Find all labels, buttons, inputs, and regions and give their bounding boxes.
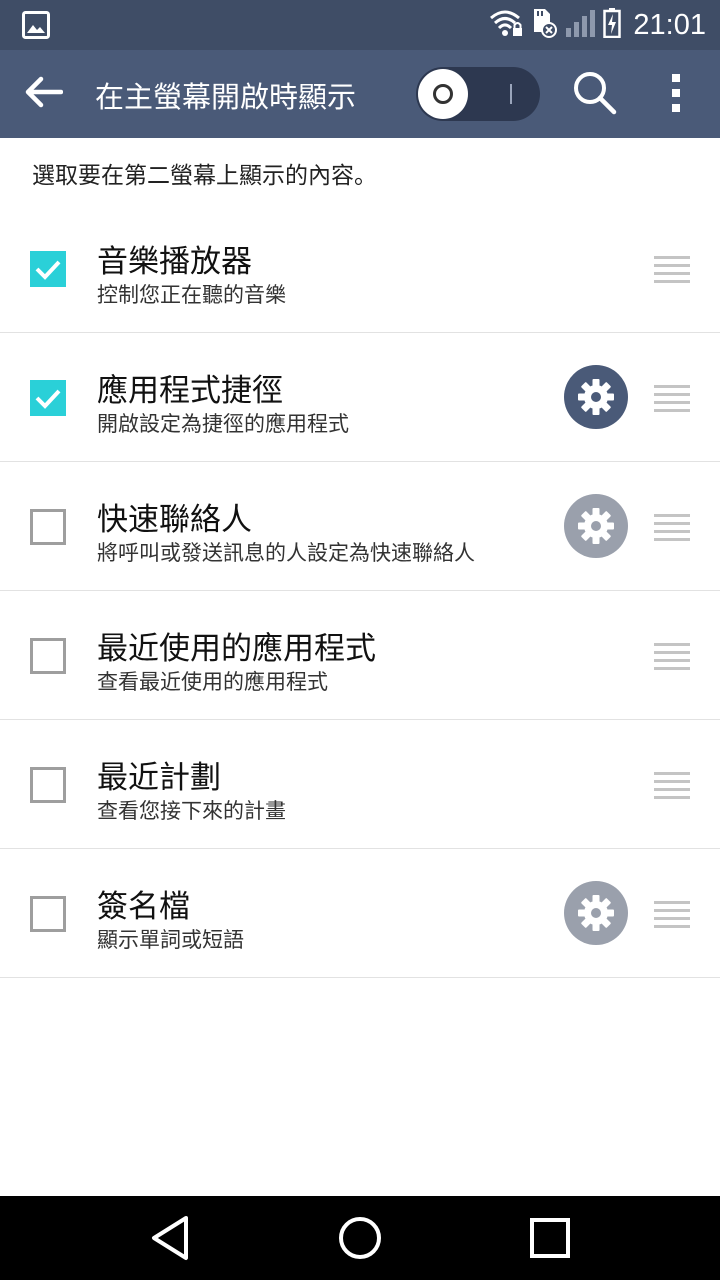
item-title: 快速聯絡人 xyxy=(97,502,252,538)
drag-handle-icon[interactable] xyxy=(654,643,690,670)
navigation-bar xyxy=(0,1196,720,1280)
item-title: 最近使用的應用程式 xyxy=(97,631,376,667)
checkbox-checked[interactable] xyxy=(30,251,66,287)
list-item-app-shortcuts[interactable]: 應用程式捷徑 開啟設定為捷徑的應用程式 xyxy=(0,333,720,462)
checkbox-unchecked[interactable] xyxy=(30,767,66,803)
gear-icon xyxy=(578,379,614,415)
settings-button[interactable] xyxy=(564,494,628,558)
item-title: 音樂播放器 xyxy=(97,244,252,280)
search-icon xyxy=(571,69,619,121)
nav-recents-button[interactable] xyxy=(520,1208,580,1268)
check-icon xyxy=(35,260,61,280)
master-toggle-switch[interactable] xyxy=(416,67,540,121)
list-item-signature[interactable]: 簽名檔 顯示單詞或短語 xyxy=(0,849,720,978)
list-item-upcoming-plans[interactable]: 最近計劃 查看您接下來的計畫 xyxy=(0,720,720,849)
sd-card-error-icon xyxy=(531,8,558,42)
nav-home-button[interactable] xyxy=(330,1208,390,1268)
back-button[interactable] xyxy=(18,70,68,118)
drag-handle-icon[interactable] xyxy=(654,385,690,412)
item-subtitle: 控制您正在聽的音樂 xyxy=(97,283,286,307)
gear-icon xyxy=(578,508,614,544)
check-icon xyxy=(35,389,61,409)
app-bar: 在主螢幕開啟時顯示 xyxy=(0,50,720,138)
item-subtitle: 查看您接下來的計畫 xyxy=(97,799,286,823)
image-notification-icon xyxy=(22,11,50,39)
list-item-music-player[interactable]: 音樂播放器 控制您正在聽的音樂 xyxy=(0,204,720,333)
item-title: 最近計劃 xyxy=(97,760,221,796)
status-time: 21:01 xyxy=(633,8,706,41)
settings-button[interactable] xyxy=(564,881,628,945)
back-triangle-icon xyxy=(152,1216,188,1260)
recents-square-icon xyxy=(530,1218,570,1258)
status-icons: 21:01 xyxy=(489,0,706,50)
item-title: 應用程式捷徑 xyxy=(97,373,283,409)
item-subtitle: 查看最近使用的應用程式 xyxy=(97,670,328,694)
drag-handle-icon[interactable] xyxy=(654,772,690,799)
drag-handle-icon[interactable] xyxy=(654,256,690,283)
checkbox-unchecked[interactable] xyxy=(30,638,66,674)
home-circle-icon xyxy=(339,1217,381,1259)
list-item-quick-contacts[interactable]: 快速聯絡人 將呼叫或發送訊息的人設定為快速聯絡人 xyxy=(0,462,720,591)
more-options-button[interactable] xyxy=(654,68,698,122)
back-arrow-icon xyxy=(23,76,64,112)
gear-icon xyxy=(578,895,614,931)
more-vert-icon xyxy=(670,73,682,117)
item-title: 簽名檔 xyxy=(97,889,190,925)
checkbox-checked[interactable] xyxy=(30,380,66,416)
toggle-knob xyxy=(418,69,468,119)
nav-back-button[interactable] xyxy=(140,1208,200,1268)
checkbox-unchecked[interactable] xyxy=(30,896,66,932)
status-bar: 21:01 xyxy=(0,0,720,50)
drag-handle-icon[interactable] xyxy=(654,901,690,928)
page-title: 在主螢幕開啟時顯示 xyxy=(95,80,357,114)
content-list: 音樂播放器 控制您正在聽的音樂 應用程式捷徑 開啟設定為捷徑的應用程式 快速聯絡… xyxy=(0,204,720,978)
checkbox-unchecked[interactable] xyxy=(30,509,66,545)
item-subtitle: 開啟設定為捷徑的應用程式 xyxy=(97,412,349,436)
instruction-text: 選取要在第二螢幕上顯示的內容。 xyxy=(32,163,377,189)
toggle-off-icon xyxy=(433,84,453,104)
settings-button[interactable] xyxy=(564,365,628,429)
battery-charging-icon xyxy=(603,8,622,42)
signal-icon xyxy=(565,8,596,42)
wifi-lock-icon xyxy=(489,9,523,41)
item-subtitle: 將呼叫或發送訊息的人設定為快速聯絡人 xyxy=(97,541,475,565)
toggle-on-icon xyxy=(510,84,512,104)
screen: 21:01 在主螢幕開啟時顯示 選取要在第二螢幕上顯示的內容。 音樂播放器 控制… xyxy=(0,0,720,1280)
item-subtitle: 顯示單詞或短語 xyxy=(97,928,244,952)
drag-handle-icon[interactable] xyxy=(654,514,690,541)
search-button[interactable] xyxy=(568,68,622,122)
list-item-recent-apps[interactable]: 最近使用的應用程式 查看最近使用的應用程式 xyxy=(0,591,720,720)
